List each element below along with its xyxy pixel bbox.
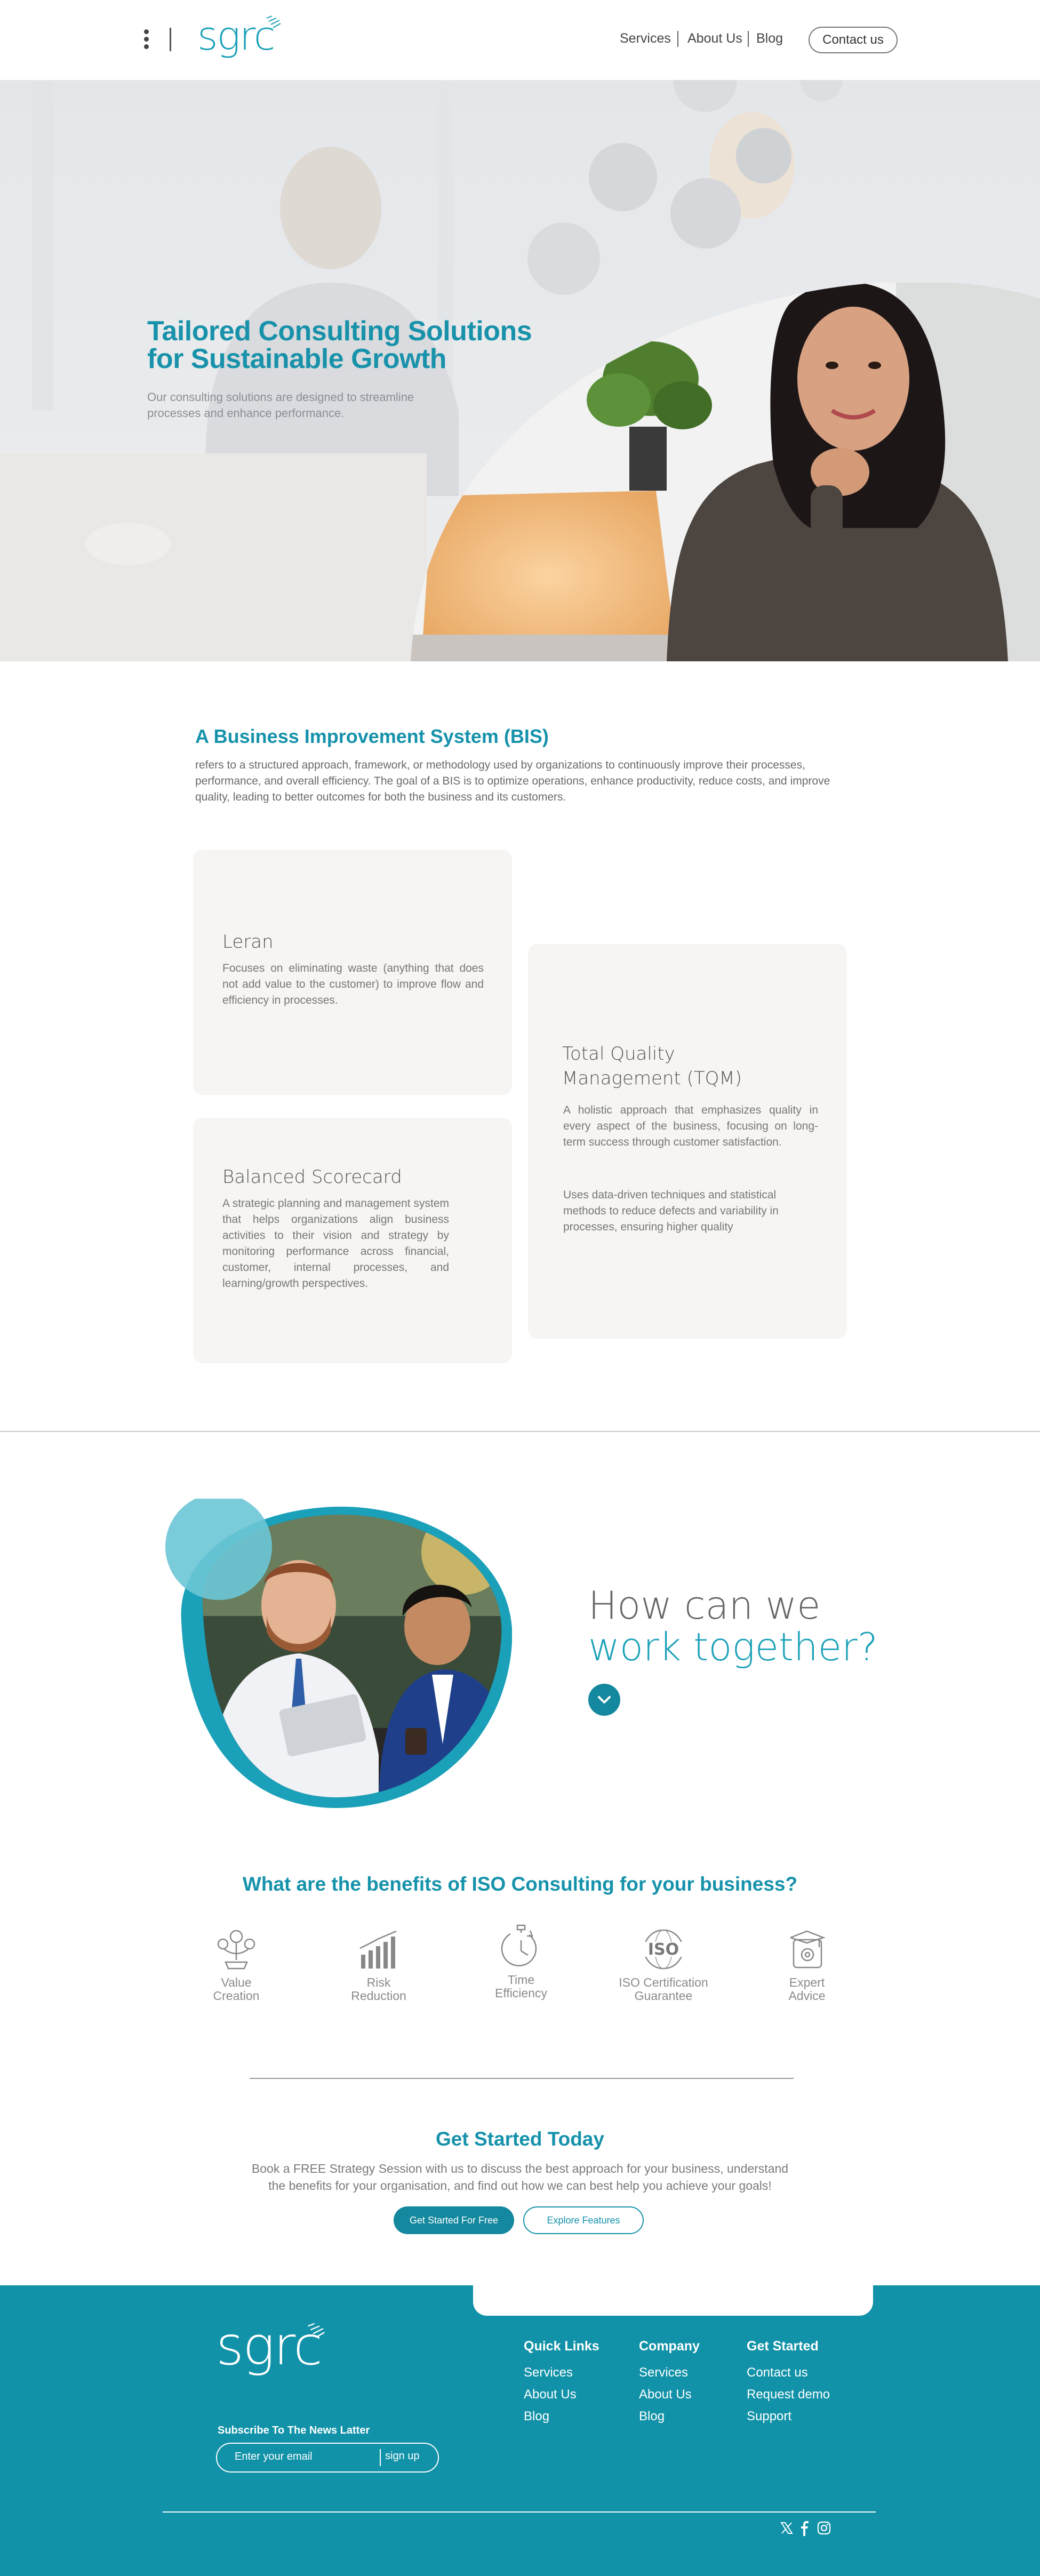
benefit-label-line: Efficiency	[494, 1986, 547, 2000]
contact-us-button[interactable]: Contact us	[809, 27, 898, 53]
footer-quick-links-title: Quick Links	[524, 2339, 599, 2354]
nav-about-us[interactable]: About Us	[687, 31, 742, 46]
benefit-label-line: ISO Certification	[619, 1975, 708, 1989]
header-logo[interactable]: sgrc	[197, 13, 281, 59]
card-title: Total Quality Management (TQM)	[562, 1042, 742, 1091]
subscribe-title: Subscribe To The News Latter	[218, 2425, 370, 2436]
benefit-time-efficiency: Time Efficiency	[457, 1924, 585, 2000]
benefit-label-line: Guarantee	[634, 1989, 693, 2003]
card-title-line: Management (TQM)	[562, 1068, 742, 1089]
card-text: A holistic approach that emphasizes qual…	[563, 1104, 818, 1148]
iso-globe-icon: ISO	[638, 1929, 689, 1970]
subscribe-email-input[interactable]	[235, 2451, 373, 2463]
bis-description: refers to a structured approach, framewo…	[195, 759, 830, 803]
bis-title: A Business Improvement System (BIS)	[195, 725, 549, 747]
benefit-label-line: Advice	[788, 1989, 826, 2003]
bar-chart-icon	[359, 1930, 397, 1969]
card-title: Leran	[222, 931, 274, 953]
footer-link-contact-us[interactable]: Contact us	[747, 2365, 808, 2380]
work-together-heading-line2: work together?	[588, 1625, 878, 1669]
benefit-label-line: Expert	[789, 1975, 825, 1989]
footer-get-started-title: Get Started	[747, 2339, 819, 2354]
card-title: Balanced Scorecard	[222, 1166, 402, 1188]
chevron-down-icon	[598, 1696, 611, 1703]
card-text: A strategic planning and management syst…	[222, 1197, 449, 1290]
nav-services[interactable]: Services	[620, 31, 671, 46]
subscribe-divider	[380, 2449, 381, 2466]
benefits-title: What are the benefits of ISO Consulting …	[242, 1873, 798, 1895]
instagram-icon[interactable]	[817, 2521, 831, 2535]
menu-icon[interactable]	[143, 29, 149, 51]
header-divider	[170, 28, 171, 51]
card-balanced-scorecard: Balanced Scorecard A strategic planning …	[193, 1118, 512, 1363]
footer-company-title: Company	[639, 2339, 700, 2354]
nav-divider	[748, 31, 749, 47]
scroll-down-button[interactable]	[588, 1684, 620, 1716]
footer-link-services[interactable]: Services	[639, 2365, 688, 2380]
sign-up-button[interactable]: sign up	[385, 2450, 420, 2462]
get-started-description: Book a FREE Strategy Session with us to …	[0, 2160, 1040, 2194]
hero-section: Tailored Consulting Solutions for Sustai…	[0, 80, 1040, 661]
footer-link-about-us[interactable]: About Us	[524, 2387, 577, 2402]
card-text: Focuses on eliminating waste (anything t…	[222, 962, 484, 1006]
description-line: the benefits for your organisation, and …	[268, 2179, 772, 2193]
benefit-label-line: Reduction	[351, 1989, 406, 2003]
svg-text:ISO: ISO	[648, 1940, 679, 1959]
benefit-label-line: Risk	[366, 1975, 391, 1989]
benefit-risk-reduction: Risk Reduction	[315, 1928, 443, 2003]
explore-features-button[interactable]: Explore Features	[523, 2206, 644, 2234]
work-together-heading-line1: How can we	[588, 1583, 821, 1628]
logo-spark-icon	[266, 15, 281, 28]
footer-link-support[interactable]: Support	[747, 2409, 791, 2424]
footer-link-blog[interactable]: Blog	[524, 2409, 549, 2424]
logo-spark-icon	[308, 2323, 325, 2338]
nav-divider	[677, 31, 678, 47]
x-twitter-icon[interactable]	[780, 2521, 794, 2535]
benefit-value-creation: Value Creation	[172, 1928, 300, 2003]
description-line: Book a FREE Strategy Session with us to …	[251, 2162, 789, 2175]
site-footer	[0, 2285, 1040, 2576]
benefit-label-line: Value	[221, 1975, 252, 1989]
value-creation-icon	[217, 1930, 255, 1970]
hero-title: Tailored Consulting Solutions for Sustai…	[147, 317, 532, 373]
nav-blog[interactable]: Blog	[756, 31, 783, 46]
card-tqm: Total Quality Management (TQM) A holisti…	[528, 944, 847, 1339]
section-divider	[250, 2078, 794, 2079]
expert-advice-icon	[790, 1930, 826, 1969]
hero-title-line: for Sustainable Growth	[147, 343, 447, 374]
footer-link-request-demo[interactable]: Request demo	[747, 2387, 830, 2402]
footer-notch	[473, 2277, 873, 2316]
hero-title-line: Tailored Consulting Solutions	[147, 316, 532, 347]
hero-subtitle: Our consulting solutions are designed to…	[147, 390, 414, 420]
facebook-icon[interactable]	[800, 2521, 810, 2536]
benefit-iso-certification: ISO ISO Certification Guarantee	[599, 1928, 727, 2003]
card-lean: Leran Focuses on eliminating waste (anyt…	[193, 850, 512, 1095]
card-text: Uses data-driven techniques and statisti…	[563, 1189, 779, 1233]
benefit-label-line: Creation	[213, 1989, 260, 2003]
footer-link-blog[interactable]: Blog	[639, 2409, 665, 2424]
footer-logo[interactable]: sgrc	[216, 2317, 325, 2375]
stopwatch-icon	[501, 1924, 537, 1966]
team-photo-blob	[165, 1499, 512, 1808]
logo-text: sgrc	[197, 13, 275, 59]
footer-link-services[interactable]: Services	[524, 2365, 573, 2380]
get-started-free-button[interactable]: Get Started For Free	[394, 2206, 514, 2234]
footer-divider	[163, 2511, 876, 2513]
section-divider	[0, 1431, 1040, 1432]
benefit-label-line: Time	[507, 1973, 535, 1987]
benefit-expert-advice: Expert Advice	[743, 1928, 871, 2003]
footer-link-about-us[interactable]: About Us	[639, 2387, 692, 2402]
get-started-title: Get Started Today	[436, 2128, 604, 2150]
card-title-line: Total Quality	[562, 1043, 675, 1065]
